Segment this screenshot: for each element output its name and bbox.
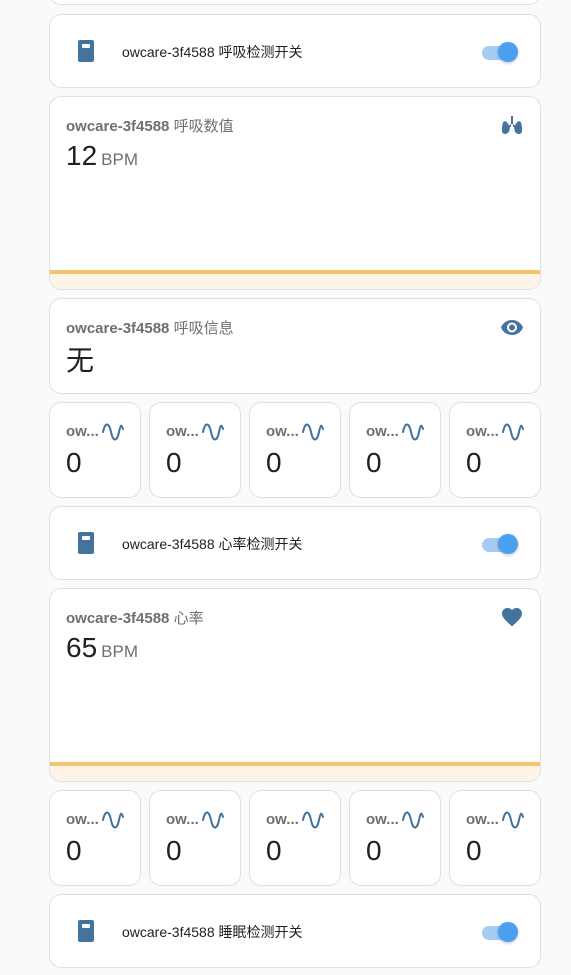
- breath-switch-label: owcare-3f4588 呼吸检测开关: [122, 44, 303, 60]
- heart-sensor-name: ow...: [266, 811, 299, 828]
- eye-icon: [501, 320, 523, 335]
- breath-sensor-card[interactable]: ow... 0: [349, 402, 441, 498]
- sine-wave-icon: [402, 423, 424, 441]
- heart-switch-label: owcare-3f4588 心率检测开关: [122, 536, 303, 552]
- sleep-switch-label: owcare-3f4588 睡眠检测开关: [122, 924, 303, 940]
- heart-sensor-card[interactable]: ow... 0: [449, 790, 541, 886]
- sine-wave-icon: [102, 423, 124, 441]
- heart-detection-toggle[interactable]: [482, 534, 518, 554]
- device-icon: [78, 532, 94, 554]
- breath-info-value: 无: [66, 345, 95, 376]
- breath-sensor-card[interactable]: ow... 0: [449, 402, 541, 498]
- sine-wave-icon: [202, 423, 224, 441]
- sine-wave-icon: [302, 423, 324, 441]
- heart-rate-name: owcare-3f4588 心率: [66, 610, 204, 627]
- sleep-detection-switch-card[interactable]: owcare-3f4588 睡眠检测开关: [49, 894, 541, 968]
- sine-wave-icon: [402, 811, 424, 829]
- breath-sensor-name: ow...: [166, 423, 199, 440]
- heart-rate-value: 65: [66, 632, 98, 663]
- sleep-detection-toggle[interactable]: [482, 922, 518, 942]
- breath-detection-toggle[interactable]: [482, 42, 518, 62]
- heart-sensor-value: 0: [166, 835, 182, 866]
- lungs-icon: [502, 116, 522, 134]
- breath-rate-unit: BPM: [101, 150, 138, 169]
- heart-rate-unit: BPM: [101, 642, 138, 661]
- heart-sensor-card[interactable]: ow... 0: [49, 790, 141, 886]
- sine-wave-icon: [102, 811, 124, 829]
- heart-sensor-value: 0: [366, 835, 382, 866]
- heart-detection-switch-card[interactable]: owcare-3f4588 心率检测开关: [49, 506, 541, 580]
- breath-rate-value: 12: [66, 140, 98, 171]
- breath-detection-switch-card[interactable]: owcare-3f4588 呼吸检测开关: [49, 14, 541, 88]
- breath-sensor-name: ow...: [266, 423, 299, 440]
- sine-wave-icon: [502, 423, 524, 441]
- breath-sensor-value: 0: [266, 447, 282, 478]
- sine-wave-icon: [202, 811, 224, 829]
- device-icon: [78, 920, 94, 942]
- breath-info-card[interactable]: owcare-3f4588 呼吸信息 无: [49, 298, 541, 394]
- breath-sensor-card[interactable]: ow... 0: [249, 402, 341, 498]
- breath-info-reading: 无: [66, 339, 94, 379]
- heart-icon: [502, 608, 522, 627]
- partial-card-top: [49, 0, 541, 5]
- heart-sensor-name: ow...: [366, 811, 399, 828]
- heart-sensor-card[interactable]: ow... 0: [249, 790, 341, 886]
- breath-sensor-card[interactable]: ow... 0: [149, 402, 241, 498]
- heart-rate-reading: 65 BPM: [66, 632, 138, 664]
- breath-sensor-value: 0: [66, 447, 82, 478]
- breath-sensor-value: 0: [366, 447, 382, 478]
- heart-rate-card[interactable]: owcare-3f4588 心率 65 BPM: [49, 588, 541, 782]
- heart-sensor-name: ow...: [466, 811, 499, 828]
- sine-wave-icon: [502, 811, 524, 829]
- heart-sensor-name: ow...: [166, 811, 199, 828]
- breath-rate-reading: 12 BPM: [66, 140, 138, 172]
- breath-rate-name: owcare-3f4588 呼吸数值: [66, 118, 234, 135]
- breath-sensor-card[interactable]: ow... 0: [49, 402, 141, 498]
- breath-rate-graph-line: [50, 270, 540, 274]
- heart-sensor-value: 0: [466, 835, 482, 866]
- breath-info-name: owcare-3f4588 呼吸信息: [66, 320, 234, 337]
- heart-sensor-value: 0: [266, 835, 282, 866]
- heart-sensor-card[interactable]: ow... 0: [349, 790, 441, 886]
- device-icon: [78, 40, 94, 62]
- heart-sensor-name: ow...: [66, 811, 99, 828]
- breath-sensor-name: ow...: [466, 423, 499, 440]
- heart-sensor-card[interactable]: ow... 0: [149, 790, 241, 886]
- breath-sensor-name: ow...: [366, 423, 399, 440]
- breath-rate-card[interactable]: owcare-3f4588 呼吸数值 12 BPM: [49, 96, 541, 290]
- heart-rate-graph-line: [50, 762, 540, 766]
- breath-sensor-value: 0: [466, 447, 482, 478]
- breath-sensor-name: ow...: [66, 423, 99, 440]
- sine-wave-icon: [302, 811, 324, 829]
- breath-sensor-value: 0: [166, 447, 182, 478]
- heart-sensor-value: 0: [66, 835, 82, 866]
